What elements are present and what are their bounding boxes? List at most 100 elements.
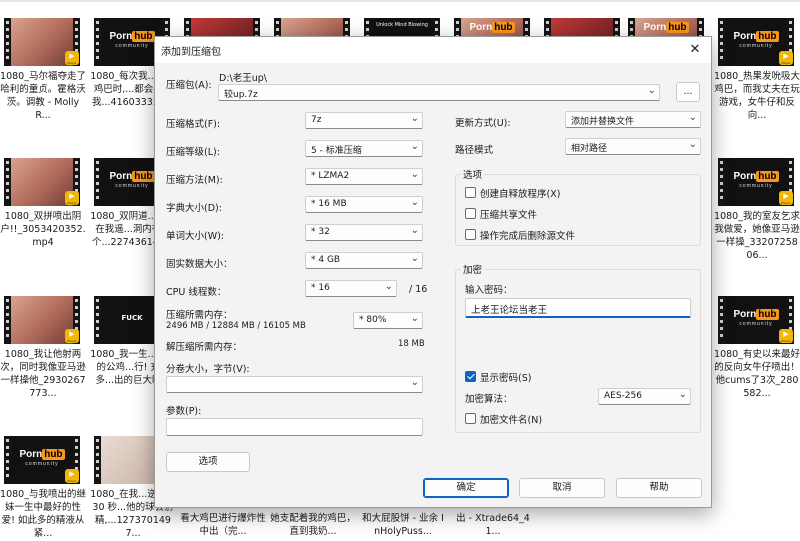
memory-percent-value: * 80%	[359, 315, 387, 325]
sfx-checkbox[interactable]	[465, 187, 476, 198]
file-item[interactable]: 和大屁股饼 - 业余 InHolyPuss...	[360, 508, 446, 538]
file-name: 1080_热果发吮吸大鸡巴，而我丈夫在玩游戏，女牛仔和反向...	[714, 71, 800, 121]
archive-path-value: 较up.7z	[224, 90, 258, 100]
delete-source-checkbox[interactable]	[465, 229, 476, 240]
site-logo: Porn hub community	[109, 31, 155, 49]
format-select[interactable]: 7z ⌄	[305, 112, 423, 129]
delete-source-label: 操作完成后删除源文件	[480, 231, 576, 242]
thumbnail-frame	[11, 158, 73, 206]
chevron-down-icon: ⌄	[410, 113, 419, 124]
memory-percent-select[interactable]: * 80% ⌄	[353, 312, 423, 329]
browse-button[interactable]: ...	[676, 82, 700, 102]
method-label: 压缩方法(M):	[166, 175, 223, 186]
site-logo: Porn hub community	[733, 309, 779, 327]
site-logo: Porn hub community	[109, 171, 155, 189]
level-value: 5 - 标准压缩	[311, 146, 362, 156]
chevron-down-icon: ⌄	[410, 253, 419, 264]
file-item[interactable]: ▶ Player 1080_双拼喷出阴户!!_3053420352.mp4	[0, 158, 86, 249]
film-strip-icon	[718, 158, 725, 206]
file-item[interactable]: ▶ Player 1080_马尔福夺走了哈利的童贞。霍格沃茨。调教 - MollyR…	[0, 18, 86, 122]
file-name: 和大屁股饼 - 业余 InHolyPuss...	[362, 513, 444, 537]
encryption-group-title: 加密	[461, 262, 485, 276]
path-mode-select[interactable]: 相对路径 ⌄	[565, 138, 701, 155]
path-mode-label: 路径模式	[455, 145, 494, 156]
close-icon[interactable]: ✕	[683, 39, 707, 61]
file-item[interactable]: 出 - Xtrade64_41...	[450, 508, 536, 538]
level-label: 压缩等级(L):	[166, 147, 220, 158]
options-group-title: 选项	[461, 167, 485, 181]
encrypt-filenames-label: 加密文件名(N)	[480, 415, 543, 426]
split-size-combobox[interactable]: ⌄	[166, 376, 423, 393]
cpu-threads-label: CPU 线程数：	[166, 287, 227, 298]
film-strip-icon	[718, 18, 725, 66]
split-size-label: 分卷大小，字节(V):	[166, 364, 250, 375]
dictionary-label: 字典大小(D):	[166, 203, 222, 214]
show-password-label: 显示密码(S)	[480, 373, 532, 384]
help-button[interactable]: 帮助	[616, 478, 702, 498]
video-thumbnail: Pornhubcommunity▶Player	[718, 296, 794, 344]
thumbnail-text: Unlock Mind Blowing	[376, 22, 428, 28]
site-logo: Porn hub	[469, 22, 515, 33]
ok-button[interactable]: 确定	[423, 478, 509, 498]
player-badge-icon: ▶Player	[65, 191, 79, 205]
update-mode-select[interactable]: 添加并替换文件 ⌄	[565, 111, 701, 128]
video-thumbnail: Pornhubcommunity▶Player	[718, 158, 794, 206]
chevron-down-icon: ⌄	[688, 139, 697, 150]
file-name: 她支配着我的鸡巴，直到我奶...	[270, 513, 356, 537]
password-input[interactable]: 上老王论坛当老王	[465, 298, 691, 318]
encryption-method-select[interactable]: AES-256 ⌄	[598, 388, 691, 405]
dictionary-select[interactable]: * 16 MB ⌄	[305, 196, 423, 213]
file-name: 1080_我的室友乞求我做爱，她像亚马逊一样操_3320725806...	[714, 211, 800, 261]
film-strip-icon	[718, 296, 725, 344]
decompress-memory-label: 解压缩所需内存：	[166, 342, 243, 353]
path-mode-value: 相对路径	[571, 144, 608, 154]
cpu-threads-select[interactable]: * 16 ⌄	[305, 280, 397, 297]
video-thumbnail: Pornhubcommunity▶Player	[4, 436, 80, 484]
file-name: 1080_双拼喷出阴户!!_3053420352.mp4	[0, 211, 86, 248]
file-item[interactable]: Porn hub community ▶ Player 1080_与我喷出的继妹一生中最好…	[0, 436, 86, 540]
solid-size-label: 固实数据大小：	[166, 259, 233, 270]
options-button[interactable]: 选项	[166, 452, 250, 472]
encryption-method-label: 加密算法：	[465, 394, 513, 405]
chevron-down-icon: ⌄	[384, 281, 393, 292]
method-select[interactable]: * LZMA2 ⌄	[305, 168, 423, 185]
show-password-checkbox[interactable]	[465, 371, 476, 382]
chevron-down-icon[interactable]: ⌄	[648, 85, 656, 96]
film-strip-icon	[4, 18, 11, 66]
file-item[interactable]: Porn hub community ▶ Player 1080_热果发吮吸大鸡巴，而我丈…	[714, 18, 800, 122]
site-logo: Porn hub community	[733, 171, 779, 189]
file-item[interactable]: Porn hub community ▶ Player 1080_我的室友乞求我做爱，她像…	[714, 158, 800, 262]
shared-files-checkbox[interactable]	[465, 208, 476, 219]
word-size-select[interactable]: * 32 ⌄	[305, 224, 423, 241]
parameters-label: 参数(P):	[166, 406, 202, 417]
player-badge-icon: ▶Player	[65, 51, 79, 65]
file-item[interactable]: ▶ Player 1080_我让他射两次，同时我像亚马逊一样操他_293026777…	[0, 296, 86, 400]
file-item[interactable]: Porn hub community ▶ Player 1080_有史以来最好的反向女牛仔…	[714, 296, 800, 400]
cancel-button[interactable]: 取消	[519, 478, 605, 498]
compress-memory-label: 压缩所需内存：	[166, 310, 233, 321]
shared-files-label: 压缩共享文件	[480, 210, 538, 221]
player-badge-icon: ▶Player	[779, 51, 793, 65]
film-strip-icon	[4, 436, 11, 484]
player-badge-icon: ▶Player	[779, 329, 793, 343]
word-size-value: * 32	[311, 227, 330, 237]
archive-path-combobox[interactable]: 较up.7z ⌄	[218, 84, 660, 101]
dialog-title: 添加到压缩包	[161, 47, 221, 58]
file-item[interactable]: 她支配着我的鸡巴，直到我奶...	[270, 508, 356, 538]
film-strip-icon	[94, 18, 101, 66]
archive-label: 压缩包(A):	[166, 80, 212, 91]
chevron-down-icon: ⌄	[678, 389, 687, 400]
solid-size-select[interactable]: * 4 GB ⌄	[305, 252, 423, 269]
parameters-input[interactable]	[166, 418, 423, 436]
video-thumbnail: ▶Player	[4, 296, 80, 344]
file-item[interactable]: 看大鸡巴进行爆炸性中出（完...	[180, 508, 266, 538]
method-value: * LZMA2	[311, 171, 350, 181]
file-name: 1080_有史以来最好的反向女牛仔喷出！ 他cums了3次_280582...	[714, 349, 800, 399]
film-strip-icon	[4, 158, 11, 206]
encrypt-filenames-checkbox[interactable]	[465, 413, 476, 424]
update-mode-label: 更新方式(U):	[455, 118, 511, 129]
chevron-down-icon: ⌄	[410, 377, 419, 388]
explorer-top-border	[0, 0, 800, 2]
level-select[interactable]: 5 - 标准压缩 ⌄	[305, 140, 423, 157]
add-to-archive-dialog: 添加到压缩包 ✕ 压缩包(A): D:\老王up\ 较up.7z ⌄ ... 压…	[154, 36, 712, 508]
